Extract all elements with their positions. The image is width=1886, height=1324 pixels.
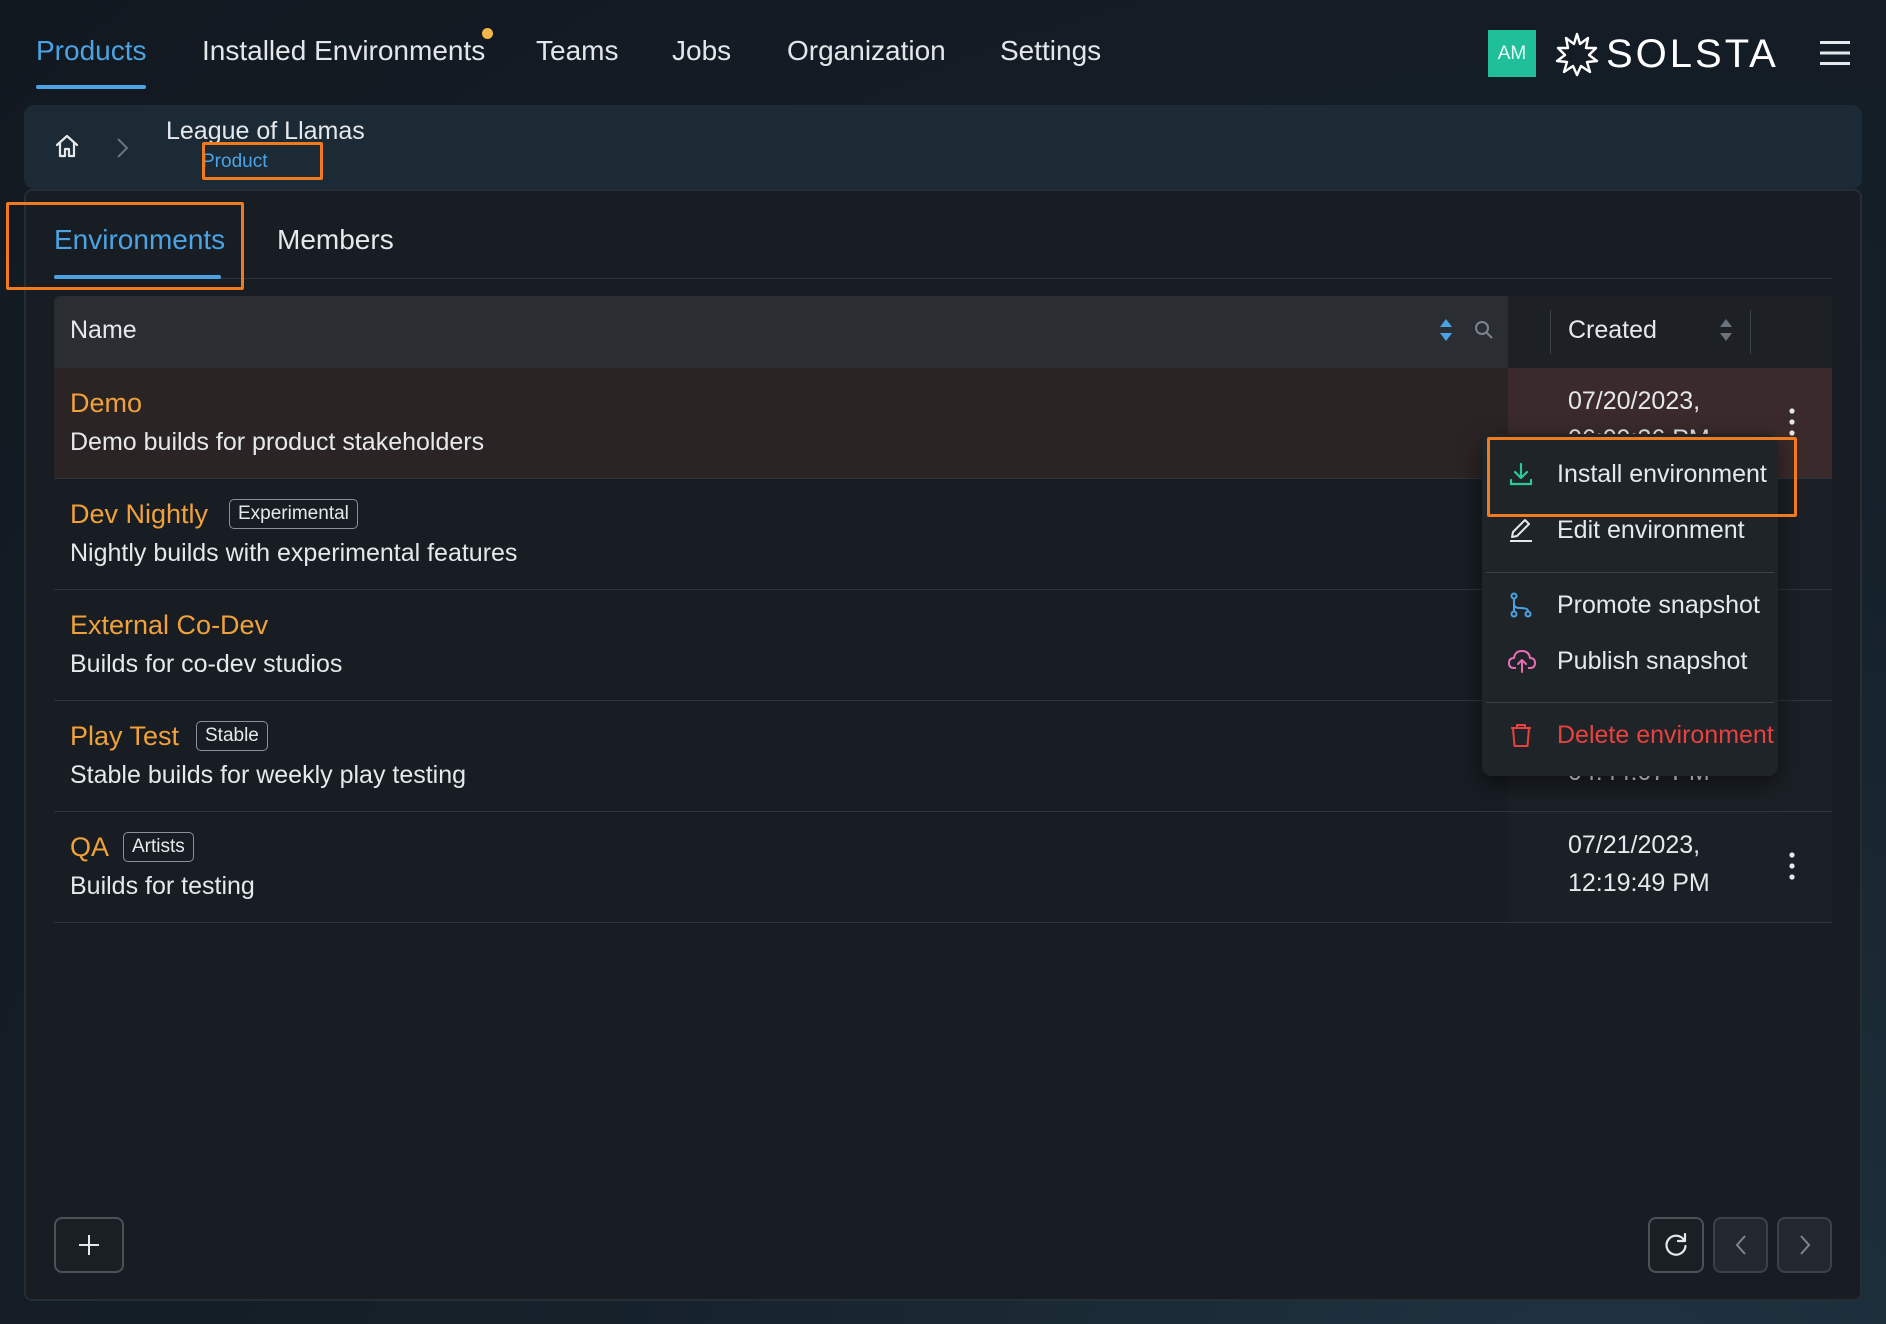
environment-badge: Experimental xyxy=(229,499,358,529)
menu-item-label: Edit environment xyxy=(1557,516,1745,544)
menu-item-label: Promote snapshot xyxy=(1557,591,1760,619)
menu-item-label: Publish snapshot xyxy=(1557,647,1748,675)
created-time: 12:19:49 PM xyxy=(1568,869,1710,897)
more-vertical-icon[interactable] xyxy=(1780,848,1804,884)
notification-dot xyxy=(482,28,493,39)
refresh-button[interactable] xyxy=(1648,1217,1704,1273)
chevron-right-icon xyxy=(1797,1233,1813,1257)
created-header-cell xyxy=(1508,296,1832,368)
breadcrumb-title[interactable]: League of Llamas xyxy=(166,117,365,146)
trash-icon xyxy=(1508,722,1534,748)
column-header-created[interactable]: Created xyxy=(1568,316,1657,345)
menu-item-publish-snapshot[interactable]: Publish snapshot xyxy=(1482,634,1778,688)
tabs-divider xyxy=(54,278,1832,279)
column-divider xyxy=(1750,310,1751,354)
environment-name[interactable]: External Co-Dev xyxy=(70,608,268,642)
menu-separator xyxy=(1486,702,1774,703)
download-icon xyxy=(1508,461,1534,487)
nav-products[interactable]: Products xyxy=(36,33,147,69)
menu-item-label: Install environment xyxy=(1557,460,1767,488)
table-row[interactable]: QA Artists Builds for testing 07/21/2023… xyxy=(54,812,1832,923)
menu-item-edit-environment[interactable]: Edit environment xyxy=(1482,503,1778,557)
tab-environments[interactable]: Environments xyxy=(54,222,225,258)
environment-name[interactable]: QA xyxy=(70,830,109,864)
menu-item-delete-environment[interactable]: Delete environment xyxy=(1482,708,1778,762)
logo-burst-icon xyxy=(1554,31,1600,77)
user-avatar[interactable]: AM xyxy=(1488,30,1536,77)
menu-separator xyxy=(1486,572,1774,573)
top-navigation: Products Installed Environments Teams Jo… xyxy=(0,0,1886,104)
nav-settings[interactable]: Settings xyxy=(1000,33,1101,69)
created-date: 07/20/2023, xyxy=(1568,387,1701,415)
pencil-icon xyxy=(1508,517,1534,543)
column-header-name[interactable]: Name xyxy=(70,316,137,345)
hamburger-icon[interactable] xyxy=(1820,38,1850,68)
column-divider xyxy=(1550,310,1551,354)
environment-badge: Artists xyxy=(123,832,194,862)
branch-icon xyxy=(1508,592,1534,618)
chevron-right-icon xyxy=(112,136,132,160)
menu-item-label: Delete environment xyxy=(1557,721,1774,749)
environment-name[interactable]: Dev Nightly xyxy=(70,497,208,531)
nav-organization[interactable]: Organization xyxy=(787,33,946,69)
environment-name[interactable]: Demo xyxy=(70,386,142,420)
nav-active-underline xyxy=(36,85,146,89)
environment-description: Nightly builds with experimental feature… xyxy=(70,539,518,567)
menu-item-promote-snapshot[interactable]: Promote snapshot xyxy=(1482,578,1778,632)
breadcrumb: League of Llamas Product xyxy=(24,105,1862,189)
next-page-button[interactable] xyxy=(1777,1217,1832,1273)
nav-jobs[interactable]: Jobs xyxy=(672,33,731,69)
sort-icon[interactable] xyxy=(1718,317,1734,343)
environment-description: Demo builds for product stakeholders xyxy=(70,428,485,456)
environment-description: Builds for testing xyxy=(70,872,255,900)
tab-members[interactable]: Members xyxy=(277,222,394,258)
context-menu: Install environment Edit environment Pro… xyxy=(1482,434,1778,776)
created-timestamp: 07/21/2023, 12:19:49 PM xyxy=(1568,826,1710,902)
home-icon[interactable] xyxy=(52,131,82,161)
search-icon[interactable] xyxy=(1474,320,1494,340)
more-vertical-icon[interactable] xyxy=(1780,404,1804,440)
previous-page-button[interactable] xyxy=(1713,1217,1768,1273)
logo-text: SOLSTA xyxy=(1606,32,1779,76)
environment-name[interactable]: Play Test xyxy=(70,719,179,753)
environment-description: Builds for co-dev studios xyxy=(70,650,343,678)
solsta-logo[interactable]: SOLSTA xyxy=(1554,30,1779,78)
created-date: 07/21/2023, xyxy=(1568,831,1701,859)
table-header: Name Created xyxy=(54,296,1832,368)
sort-icon[interactable] xyxy=(1438,317,1454,343)
plus-icon xyxy=(78,1234,100,1256)
environment-badge: Stable xyxy=(196,721,268,751)
add-environment-button[interactable] xyxy=(54,1217,124,1273)
cloud-upload-icon xyxy=(1508,648,1536,674)
breadcrumb-subtitle: Product xyxy=(202,151,268,172)
tab-active-underline xyxy=(54,275,221,279)
environment-description: Stable builds for weekly play testing xyxy=(70,761,467,789)
chevron-left-icon xyxy=(1733,1233,1749,1257)
refresh-icon xyxy=(1663,1232,1689,1258)
nav-teams[interactable]: Teams xyxy=(536,33,618,69)
nav-installed-environments[interactable]: Installed Environments xyxy=(202,33,485,69)
menu-item-install-environment[interactable]: Install environment xyxy=(1482,447,1778,501)
